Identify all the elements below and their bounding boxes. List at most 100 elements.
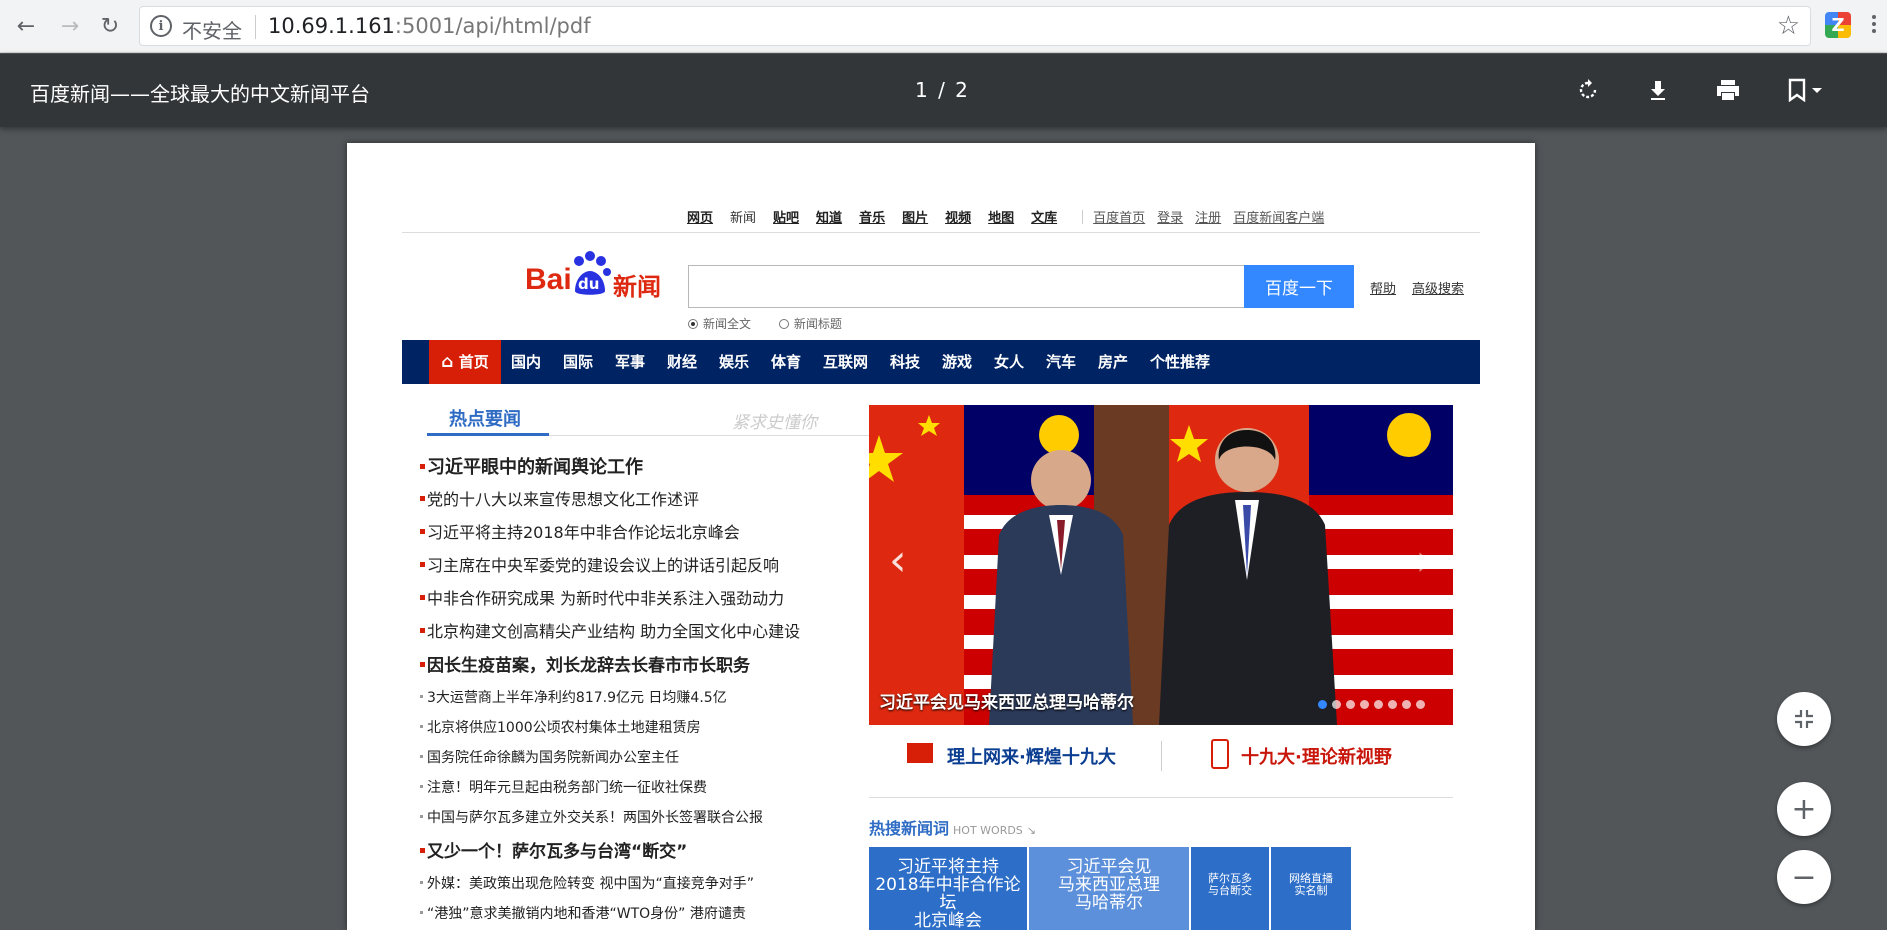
tile-line: 2018年中非合作论坛	[875, 874, 1021, 913]
headline-item[interactable]: 北京将供应1000公顷农村集体土地建租赁房	[420, 717, 701, 737]
headline-item[interactable]: 国务院任命徐麟为国务院新闻办公室主任	[420, 747, 679, 767]
motto-text: 紧求史懂你	[732, 413, 817, 433]
nav-music[interactable]: 音乐	[859, 207, 885, 226]
hot-word-tile[interactable]: 网络直播 实名制	[1271, 847, 1351, 930]
tile-line: 与台断交	[1208, 883, 1252, 897]
carousel-dot[interactable]	[1318, 700, 1327, 709]
tile-line: 网络直播	[1289, 872, 1333, 885]
option-full-text[interactable]: 新闻全文	[688, 315, 751, 332]
carousel-dot[interactable]	[1332, 700, 1341, 709]
nav-map[interactable]: 地图	[988, 207, 1014, 226]
headline-item[interactable]: 习近平眼中的新闻舆论工作	[420, 453, 643, 479]
category-internet[interactable]: 互联网	[823, 340, 868, 384]
category-international[interactable]: 国际	[563, 340, 593, 384]
news-photo-carousel[interactable]: ‹ › 习近平会见马来西亚总理马哈蒂尔	[869, 405, 1453, 725]
category-finance[interactable]: 财经	[667, 340, 697, 384]
category-entertainment[interactable]: 娱乐	[719, 340, 749, 384]
zoom-out-button[interactable]: −	[1777, 850, 1831, 904]
carousel-dot[interactable]	[1416, 700, 1425, 709]
category-games[interactable]: 游戏	[942, 340, 972, 384]
carousel-next-icon[interactable]: ›	[1415, 535, 1433, 586]
headline-item[interactable]: “港独”意求美撤销内地和香港“WTO身份” 港府谴责	[420, 903, 746, 923]
hot-words-en: HOT WORDS	[953, 824, 1023, 837]
logo-bai: Bai	[525, 263, 572, 296]
help-link[interactable]: 帮助	[1370, 278, 1396, 297]
category-tech[interactable]: 科技	[890, 340, 920, 384]
hot-word-tile[interactable]: 习近平会见 马来西亚总理 马哈蒂尔	[1029, 847, 1189, 930]
search-button[interactable]: 百度一下	[1244, 265, 1354, 308]
headline-item[interactable]: 北京构建文创高精尖产业结构 助力全国文化中心建设	[419, 618, 800, 642]
category-home[interactable]: ⌂ 首页	[429, 340, 501, 384]
headline-item[interactable]: 中非合作研究成果 为新时代中非关系注入强劲动力	[419, 585, 784, 609]
hot-word-tile[interactable]: 习近平将主持 2018年中非合作论坛 北京峰会	[869, 847, 1027, 930]
hot-news-title[interactable]: 热点要闻	[449, 405, 521, 431]
nav-news[interactable]: 新闻	[730, 207, 756, 226]
carousel-dot[interactable]	[1374, 700, 1383, 709]
party-flag-icon	[907, 743, 933, 763]
url-text[interactable]: 10.69.1.161:5001/api/html/pdf	[268, 14, 591, 38]
nav-images[interactable]: 图片	[902, 207, 928, 226]
headline-item[interactable]: 习近平将主持2018年中非合作论坛北京峰会	[420, 519, 740, 543]
photo-caption[interactable]: 习近平会见马来西亚总理马哈蒂尔	[879, 688, 1134, 713]
headline-item[interactable]: 3大运营商上半年净利约817.9亿元 日均赚4.5亿	[420, 687, 727, 707]
carousel-dot[interactable]	[1388, 700, 1397, 709]
headline-item[interactable]: 党的十八大以来宣传思想文化工作述评	[419, 486, 699, 510]
option-title[interactable]: 新闻标题	[778, 315, 842, 332]
category-domestic[interactable]: 国内	[511, 340, 541, 384]
info-icon[interactable]: i	[150, 15, 172, 37]
baidu-news-logo[interactable]: Bai du 新闻	[525, 251, 675, 303]
option-full-text-label: 新闻全文	[703, 317, 752, 331]
carousel-dot[interactable]	[1346, 700, 1355, 709]
nav-zhidao[interactable]: 知道	[816, 207, 842, 226]
link-register[interactable]: 注册	[1195, 207, 1221, 226]
search-input[interactable]	[688, 265, 1244, 308]
link-baidu-home[interactable]: 百度首页	[1093, 207, 1145, 226]
carousel-dot[interactable]	[1360, 700, 1369, 709]
address-divider	[255, 15, 256, 39]
address-bar[interactable]: i 不安全 10.69.1.161:5001/api/html/pdf ☆	[139, 6, 1811, 46]
news-photo	[869, 405, 1453, 725]
print-icon[interactable]	[1710, 72, 1746, 108]
nav-wenku[interactable]: 文库	[1031, 207, 1057, 226]
zoom-in-button[interactable]: +	[1777, 782, 1831, 836]
carousel-prev-icon[interactable]: ‹	[889, 535, 907, 586]
category-women[interactable]: 女人	[994, 340, 1024, 384]
bookmark-menu-icon[interactable]	[1782, 72, 1830, 108]
fit-page-button[interactable]	[1777, 692, 1831, 746]
category-auto[interactable]: 汽车	[1046, 340, 1076, 384]
rotate-icon[interactable]	[1570, 72, 1606, 108]
bookmark-star-icon[interactable]: ☆	[1777, 11, 1800, 41]
banner-right[interactable]: 十九大·理论新视野	[1241, 743, 1392, 769]
section-divider	[869, 797, 1453, 798]
radio-title[interactable]	[778, 318, 789, 329]
category-home-label: 首页	[458, 353, 489, 371]
nav-tieba[interactable]: 贴吧	[773, 207, 799, 226]
reload-icon[interactable]: ↻	[96, 12, 124, 40]
headline-item[interactable]: 又少一个！萨尔瓦多与台湾“断交”	[419, 837, 687, 862]
hot-words-label: 热搜新闻词	[869, 819, 950, 838]
download-icon[interactable]	[1640, 72, 1676, 108]
carousel-dot[interactable]	[1402, 700, 1411, 709]
advanced-search-link[interactable]: 高级搜索	[1412, 278, 1464, 297]
nav-video[interactable]: 视频	[945, 207, 971, 226]
forward-icon[interactable]: →	[56, 12, 84, 40]
category-military[interactable]: 军事	[615, 340, 645, 384]
headline-item[interactable]: 习主席在中央军委党的建设会议上的讲话引起反响	[419, 552, 779, 576]
link-news-client[interactable]: 百度新闻客户端	[1233, 207, 1324, 226]
back-icon[interactable]: ←	[12, 12, 40, 40]
menu-icon[interactable]	[1872, 12, 1878, 40]
category-personal[interactable]: 个性推荐	[1150, 340, 1210, 384]
radio-full-text[interactable]	[688, 318, 698, 329]
nav-web[interactable]: 网页	[687, 207, 713, 226]
headline-item[interactable]: 因长生疫苗案，刘长龙辞去长春市市长职务	[420, 651, 750, 676]
headline-item[interactable]: 外媒：美政策出现危险转变 视中国为“直接竞争对手”	[420, 873, 754, 893]
headline-item[interactable]: 中国与萨尔瓦多建立外交关系！两国外长签署联合公报	[420, 807, 763, 827]
hot-word-tile[interactable]: 萨尔瓦多 与台断交	[1191, 847, 1269, 930]
extension-icon[interactable]: Z	[1825, 12, 1851, 38]
banner-left[interactable]: 理上网来·辉煌十九大	[947, 743, 1116, 769]
link-login[interactable]: 登录	[1157, 207, 1183, 226]
category-sports[interactable]: 体育	[771, 340, 801, 384]
category-house[interactable]: 房产	[1098, 340, 1128, 384]
tile-line: 萨尔瓦多	[1208, 872, 1252, 885]
headline-item[interactable]: 注意！明年元旦起由税务部门统一征收社保费	[420, 777, 707, 797]
